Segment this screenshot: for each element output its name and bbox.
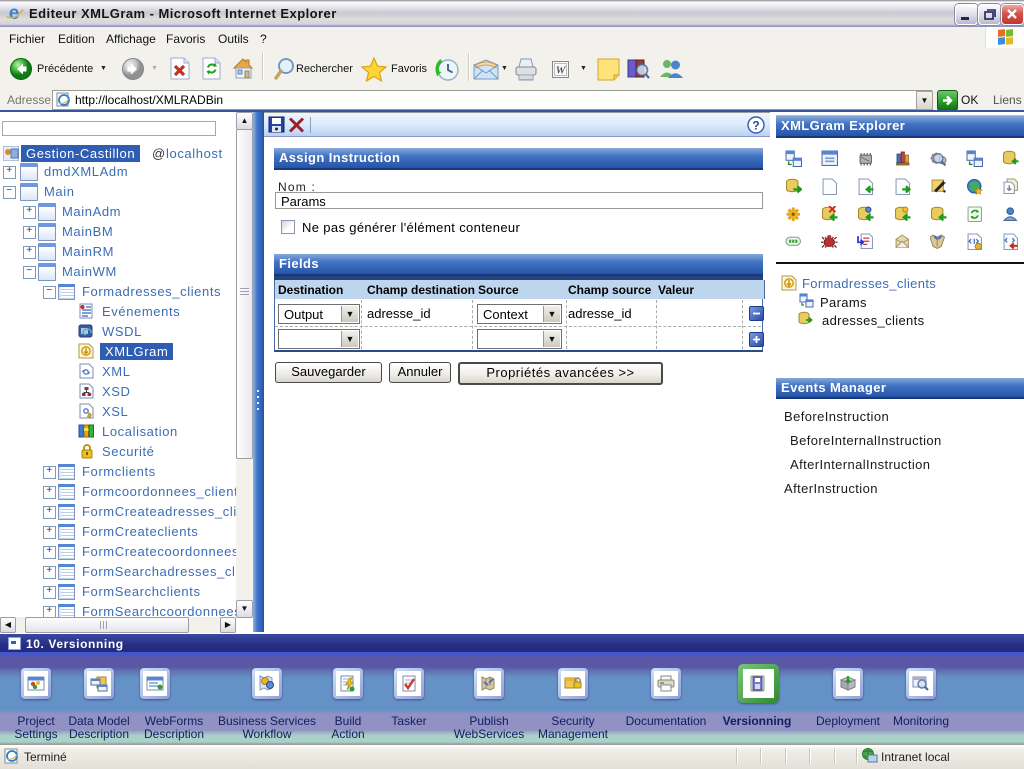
svg-text:e: e [9,3,20,23]
svg-text:W: W [556,65,567,77]
svg-text:?: ? [752,119,759,133]
